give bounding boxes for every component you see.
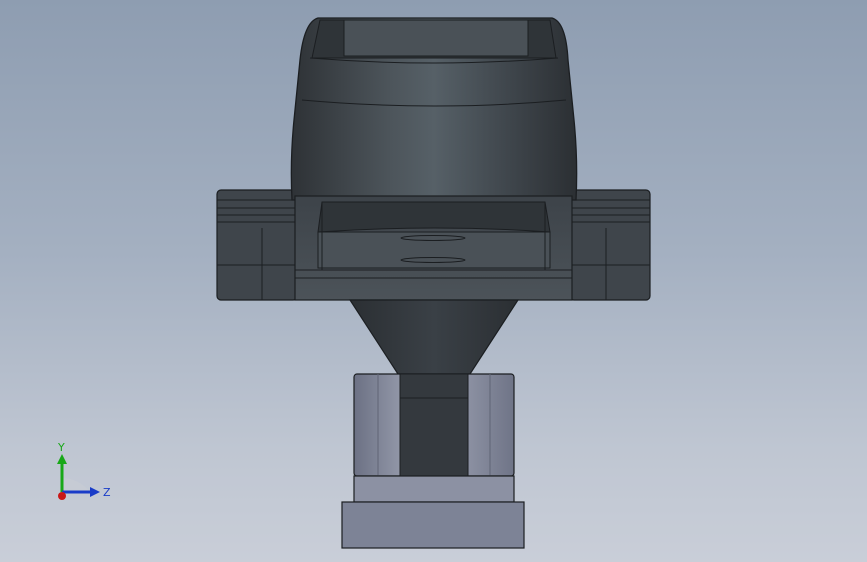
model-canvas[interactable] <box>0 0 867 562</box>
main-housing[interactable] <box>290 17 578 201</box>
axis-triad: Y Z <box>57 441 111 500</box>
triad-plane-fill <box>62 478 90 492</box>
base-plate[interactable] <box>341 501 525 549</box>
front-tray[interactable] <box>294 195 573 301</box>
left-ear[interactable] <box>216 189 298 301</box>
x-axis-origin <box>58 492 66 500</box>
z-axis-label: Z <box>103 486 111 499</box>
y-axis-label: Y <box>57 441 65 454</box>
bracket-stem[interactable] <box>353 475 515 503</box>
z-axis-arrow <box>90 487 100 497</box>
mount-bracket[interactable] <box>353 373 515 477</box>
funnel-neck[interactable] <box>348 299 520 375</box>
y-axis-arrow <box>57 454 67 464</box>
cad-viewport[interactable]: Y Z <box>0 0 867 562</box>
right-ear[interactable] <box>569 189 651 301</box>
